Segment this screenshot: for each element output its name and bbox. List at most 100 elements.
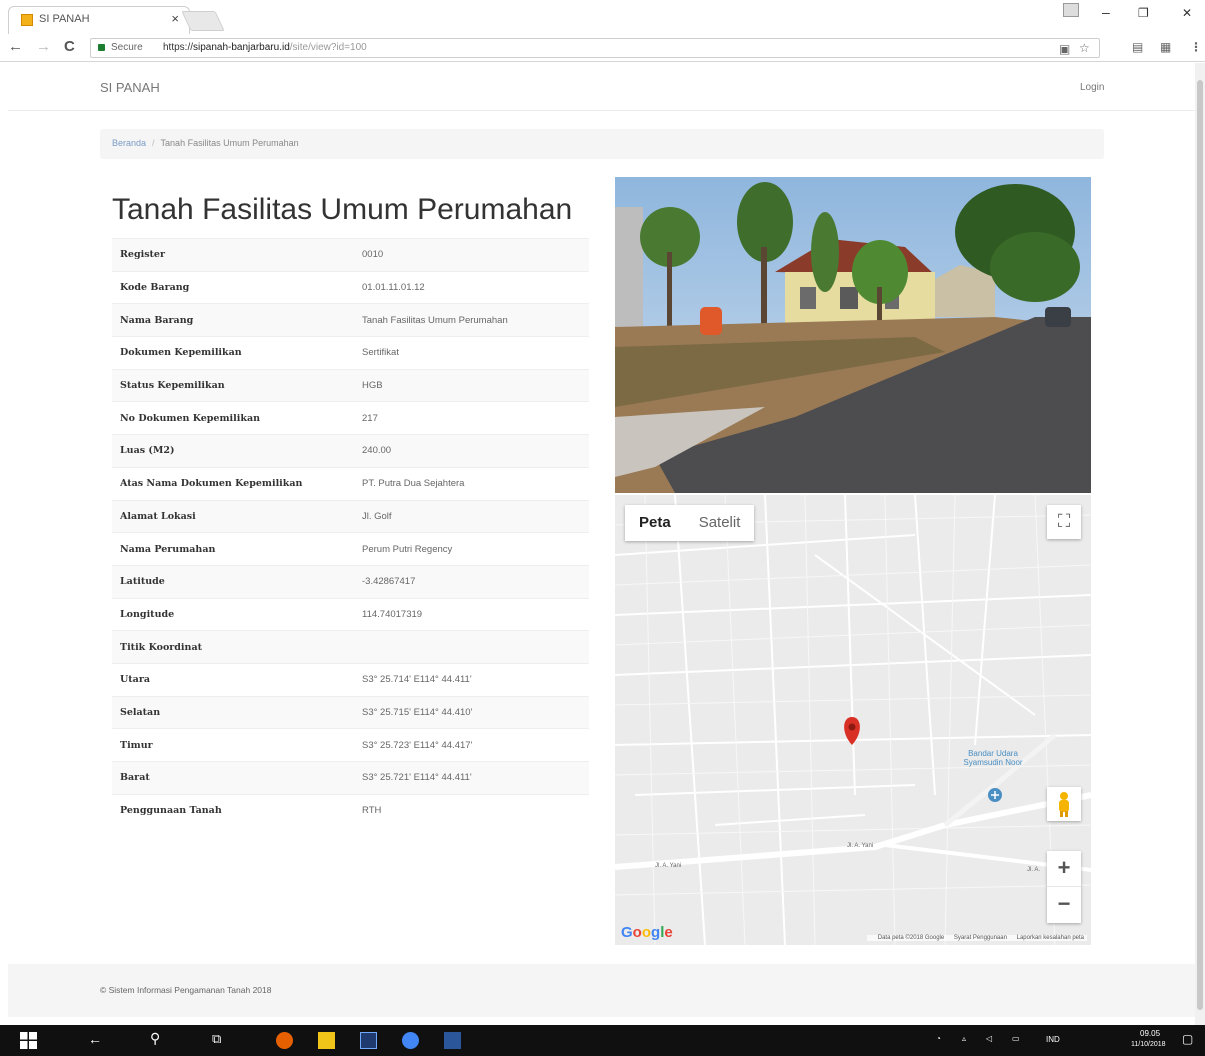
detail-row: Register 0010 bbox=[112, 238, 589, 272]
tray-language[interactable]: IND bbox=[1046, 1035, 1060, 1044]
tray-network-icon[interactable]: ▵ bbox=[962, 1034, 966, 1043]
zoom-in-button[interactable]: + bbox=[1047, 851, 1081, 887]
browser-tab[interactable]: SI PANAH × bbox=[8, 6, 190, 34]
action-center-icon[interactable]: ▢ bbox=[1182, 1032, 1193, 1046]
detail-value: S3° 25.723' E114° 44.417' bbox=[354, 728, 589, 762]
browser-tab-bar: SI PANAH × – ❐ ✕ bbox=[0, 0, 1205, 34]
tray-wifi-icon[interactable]: ◔ bbox=[936, 1034, 941, 1043]
detail-label: Luas (M2) bbox=[112, 434, 354, 468]
windows-taskbar: ← ⚲ ⧉ ◔ ▵ ◁ ▭ IND 09.05 11/10/2018 ▢ bbox=[0, 1025, 1205, 1056]
address-bar[interactable]: Secure https://sipanah-banjarbaru.id/sit… bbox=[90, 38, 1100, 58]
detail-row: Longitude 114.74017319 bbox=[112, 597, 589, 631]
site-footer: © Sistem Informasi Pengamanan Tanah 2018 bbox=[8, 964, 1195, 1017]
minimize-button[interactable]: – bbox=[1102, 4, 1110, 20]
chrome-icon[interactable] bbox=[402, 1032, 419, 1049]
tray-date[interactable]: 11/10/2018 bbox=[1131, 1041, 1166, 1048]
airport-poi-label[interactable]: Bandar Udara Syamsudin Noor bbox=[953, 749, 1033, 767]
tab-close-icon[interactable]: × bbox=[171, 11, 179, 26]
task-view-icon[interactable]: ⧉ bbox=[212, 1031, 221, 1047]
login-link[interactable]: Login bbox=[1080, 82, 1104, 93]
detail-value: 01.01.11.01.12 bbox=[354, 270, 589, 304]
photoshop-icon[interactable] bbox=[360, 1032, 377, 1049]
location-map[interactable]: Bandar Udara Syamsudin Noor Jl. A. Yani … bbox=[615, 495, 1091, 945]
map-report-link[interactable]: Laporkan kesalahan peta bbox=[1017, 935, 1084, 941]
windows-start-icon[interactable] bbox=[20, 1032, 37, 1049]
land-photo-image bbox=[615, 177, 1091, 493]
lock-icon bbox=[98, 44, 105, 51]
firefox-icon[interactable] bbox=[276, 1032, 293, 1049]
detail-label: Titik Koordinat bbox=[112, 630, 354, 664]
google-logo[interactable]: Google bbox=[621, 924, 673, 941]
detail-row: Utara S3° 25.714' E114° 44.411' bbox=[112, 662, 589, 697]
detail-value: PT. Putra Dua Sejahtera bbox=[354, 466, 589, 500]
detail-label: Nama Barang bbox=[112, 303, 354, 337]
detail-table: Register 0010 Kode Barang 01.01.11.01.12 Nam… bbox=[112, 238, 589, 827]
tray-volume-icon[interactable]: ◁ bbox=[986, 1034, 992, 1043]
road-label: Jl. A. bbox=[1027, 867, 1041, 873]
map-attribution: Data peta ©2018 Google Syarat Penggunaan… bbox=[866, 935, 1087, 941]
file-explorer-icon[interactable] bbox=[318, 1032, 335, 1049]
url-path: /site/view?id=100 bbox=[289, 42, 367, 53]
tray-keyboard-icon[interactable]: ▭ bbox=[1012, 1034, 1020, 1043]
forward-arrow-icon[interactable]: → bbox=[36, 38, 51, 55]
breadcrumb-current: Tanah Fasilitas Umum Perumahan bbox=[160, 138, 299, 148]
detail-label: Dokumen Kepemilikan bbox=[112, 336, 354, 370]
detail-value: 240.00 bbox=[354, 434, 589, 468]
map-type-satelit-button[interactable]: Satelit bbox=[685, 505, 755, 541]
detail-row: No Dokumen Kepemilikan 217 bbox=[112, 401, 589, 435]
detail-row: Barat S3° 25.721' E114° 44.411' bbox=[112, 761, 589, 795]
reload-icon[interactable]: C bbox=[64, 38, 75, 55]
maximize-button[interactable]: ❐ bbox=[1138, 6, 1149, 20]
fullscreen-icon[interactable]: ⛶ bbox=[1047, 505, 1081, 539]
map-data-credit: Data peta ©2018 Google bbox=[877, 935, 945, 941]
tab-title: SI PANAH bbox=[39, 13, 90, 25]
breadcrumb-home-link[interactable]: Beranda bbox=[112, 138, 146, 148]
detail-label: Penggunaan Tanah bbox=[112, 793, 354, 827]
detail-row: Kode Barang 01.01.11.01.12 bbox=[112, 270, 589, 304]
extension-2-icon[interactable]: ▦ bbox=[1160, 40, 1171, 54]
tray-time[interactable]: 09.05 bbox=[1140, 1029, 1160, 1038]
back-arrow-icon[interactable]: ← bbox=[8, 38, 23, 55]
detail-row: Status Kepemilikan HGB bbox=[112, 368, 589, 402]
land-photo bbox=[615, 177, 1091, 493]
map-terms-link[interactable]: Syarat Penggunaan bbox=[954, 935, 1007, 941]
site-navbar: SI PANAH Login bbox=[8, 63, 1195, 111]
menu-kebab-icon[interactable]: ⋮ bbox=[1190, 40, 1202, 54]
detail-label: Atas Nama Dokumen Kepemilikan bbox=[112, 466, 354, 500]
detail-label: Register bbox=[112, 238, 354, 272]
extension-icon[interactable]: ▤ bbox=[1132, 40, 1143, 54]
map-type-peta-button[interactable]: Peta bbox=[625, 505, 685, 541]
user-profile-icon[interactable] bbox=[1063, 3, 1079, 17]
detail-value: S3° 25.714' E114° 44.411' bbox=[354, 662, 589, 697]
taskbar-back-icon[interactable]: ← bbox=[88, 1031, 102, 1047]
breadcrumb-separator: / bbox=[152, 138, 155, 148]
site-favicon-icon bbox=[21, 14, 33, 26]
url-text: https://sipanah-banjarbaru.id/site/view?… bbox=[163, 42, 367, 53]
detail-row: Nama Barang Tanah Fasilitas Umum Perumaha… bbox=[112, 303, 589, 337]
detail-value: Tanah Fasilitas Umum Perumahan bbox=[354, 303, 589, 337]
detail-value: HGB bbox=[354, 368, 589, 402]
detail-value: 114.74017319 bbox=[354, 597, 589, 631]
taskbar-search-icon[interactable]: ⚲ bbox=[150, 1030, 160, 1047]
detail-row: Dokumen Kepemilikan Sertifikat bbox=[112, 336, 589, 370]
detail-label: Kode Barang bbox=[112, 270, 354, 304]
bookmark-star-icon[interactable]: ☆ bbox=[1079, 41, 1090, 55]
detail-row: Latitude -3.42867417 bbox=[112, 564, 589, 599]
detail-row: Penggunaan Tanah RTH bbox=[112, 793, 589, 827]
road-label: Jl. A. Yani bbox=[847, 843, 874, 849]
word-icon[interactable] bbox=[444, 1032, 461, 1049]
detail-value: 0010 bbox=[354, 238, 589, 272]
detail-row: Nama Perumahan Perum Putri Regency bbox=[112, 532, 589, 566]
detail-value: RTH bbox=[354, 793, 589, 827]
close-window-button[interactable]: ✕ bbox=[1182, 6, 1192, 20]
site-brand-link[interactable]: SI PANAH bbox=[100, 80, 160, 95]
detail-label: Longitude bbox=[112, 597, 354, 631]
map-canvas[interactable] bbox=[615, 495, 1091, 945]
pegman-icon[interactable] bbox=[1047, 787, 1081, 821]
detail-label: Alamat Lokasi bbox=[112, 499, 354, 533]
translate-icon[interactable]: ▣ bbox=[1059, 42, 1070, 56]
detail-label: Nama Perumahan bbox=[112, 532, 354, 566]
zoom-out-button[interactable]: − bbox=[1047, 887, 1081, 923]
page-scrollbar-thumb[interactable] bbox=[1197, 80, 1203, 1010]
url-protocol: https:// bbox=[163, 42, 194, 53]
